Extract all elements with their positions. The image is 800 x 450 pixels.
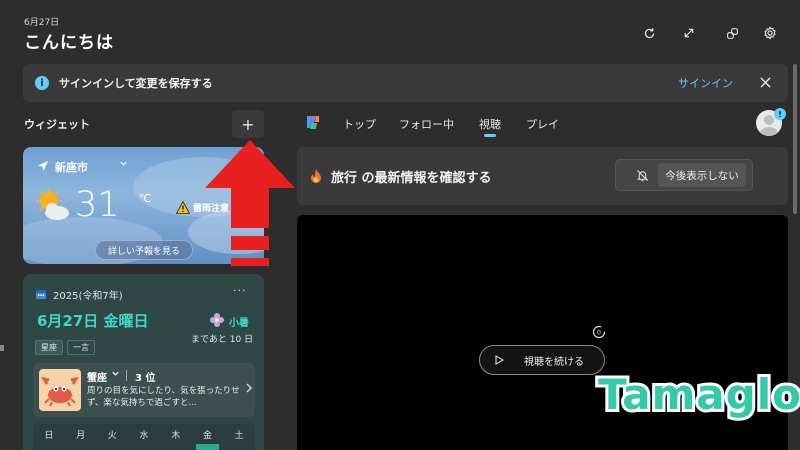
edge-marker: [0, 345, 4, 351]
week-row: 日月火水木金土: [33, 424, 255, 450]
forecast-button[interactable]: 詳しい予報を見る: [95, 240, 194, 260]
fire-icon: [311, 169, 321, 183]
feed-logo-icon: [307, 116, 319, 129]
weekday-label[interactable]: 月: [65, 424, 97, 450]
interest-banner: 旅行 の最新情報を確認する 今後表示しない: [297, 147, 788, 205]
bell-off-icon: [637, 170, 648, 182]
tab-word[interactable]: 一言: [67, 340, 95, 355]
page-title: こんにちは: [24, 33, 114, 53]
weather-temperature: 31: [75, 185, 120, 225]
scrollbar[interactable]: [793, 64, 797, 214]
weekday-label[interactable]: 金: [192, 424, 224, 450]
hide-button[interactable]: 今後表示しない: [615, 159, 753, 191]
loading-text: 0: [597, 328, 601, 336]
chevron-down-icon[interactable]: [119, 159, 128, 171]
location-arrow-icon: [38, 161, 48, 171]
tab-top[interactable]: トップ: [343, 116, 376, 132]
zodiac-sign[interactable]: 蟹座: [87, 369, 107, 384]
calendar-card[interactable]: 2025(令和7年) ··· 6月27日 金曜日 小暑 まであと 10 日 星座…: [23, 274, 264, 450]
warning-icon: [176, 201, 190, 214]
weekday-label[interactable]: 日: [33, 424, 65, 450]
annotation-arrow-icon: [205, 140, 295, 266]
weather-location[interactable]: 新座市: [55, 159, 88, 175]
temperature-unit: ℃: [139, 192, 152, 205]
calendar-icon: [36, 290, 46, 299]
chevron-right-icon[interactable]: [245, 383, 253, 396]
add-widget-button[interactable]: +: [232, 110, 264, 138]
calendar-year: 2025(令和7年): [53, 291, 123, 302]
weekday-label[interactable]: 木: [160, 424, 192, 450]
signin-message: サインインして変更を保存する: [59, 77, 213, 90]
play-icon: [495, 355, 504, 365]
hide-button-label[interactable]: 今後表示しない: [658, 163, 746, 187]
chevron-down-icon[interactable]: [111, 369, 120, 381]
loading-icon: 0: [592, 325, 606, 339]
settings-icon[interactable]: [759, 22, 781, 44]
signin-banner: i サインインして変更を保存する サインイン: [23, 64, 788, 102]
horoscope-text: 周りの目を気にしたり、気を張ったりせず、楽な気持ちで過ごすと...: [87, 386, 240, 408]
notification-badge: !: [774, 108, 786, 120]
weekday-label[interactable]: 土: [223, 424, 255, 450]
tab-following[interactable]: フォロー中: [399, 116, 454, 132]
calendar-date: 6月27日 金曜日: [37, 312, 149, 330]
tab-zodiac[interactable]: 星座: [35, 340, 63, 355]
continue-watching-button[interactable]: 視聴を続ける: [479, 345, 605, 375]
tab-play[interactable]: プレイ: [526, 116, 559, 132]
link-icon[interactable]: [721, 22, 743, 44]
crab-image: [39, 369, 81, 411]
horoscope-item[interactable]: 蟹座 3 位 周りの目を気にしたり、気を張ったりせず、楽な気持ちで過ごすと...: [33, 363, 255, 417]
season-countdown: まであと 10 日: [191, 335, 254, 345]
info-icon: i: [35, 76, 49, 90]
close-icon[interactable]: [753, 70, 777, 94]
refresh-icon[interactable]: [638, 22, 660, 44]
interest-prompt[interactable]: 旅行 の最新情報を確認する: [331, 167, 492, 186]
divider: [126, 370, 127, 381]
flower-icon: [210, 313, 224, 327]
weekday-label[interactable]: 火: [96, 424, 128, 450]
more-options-icon[interactable]: ···: [233, 284, 247, 297]
header-date: 6月27日: [24, 18, 60, 28]
expand-icon[interactable]: [678, 22, 700, 44]
weekday-label[interactable]: 水: [128, 424, 160, 450]
watermark-logo: Tamaglo: [595, 367, 800, 422]
tab-watch[interactable]: 視聴: [479, 116, 501, 132]
partly-cloudy-icon: [36, 188, 69, 220]
signin-link[interactable]: サインイン: [678, 75, 733, 91]
continue-watching-label: 視聴を続ける: [524, 356, 584, 368]
widgets-title: ウィジェット: [24, 118, 90, 131]
horoscope-rank: 3 位: [135, 373, 156, 384]
seasonal-term: 小暑: [229, 318, 249, 329]
active-tab-indicator: [484, 134, 496, 137]
